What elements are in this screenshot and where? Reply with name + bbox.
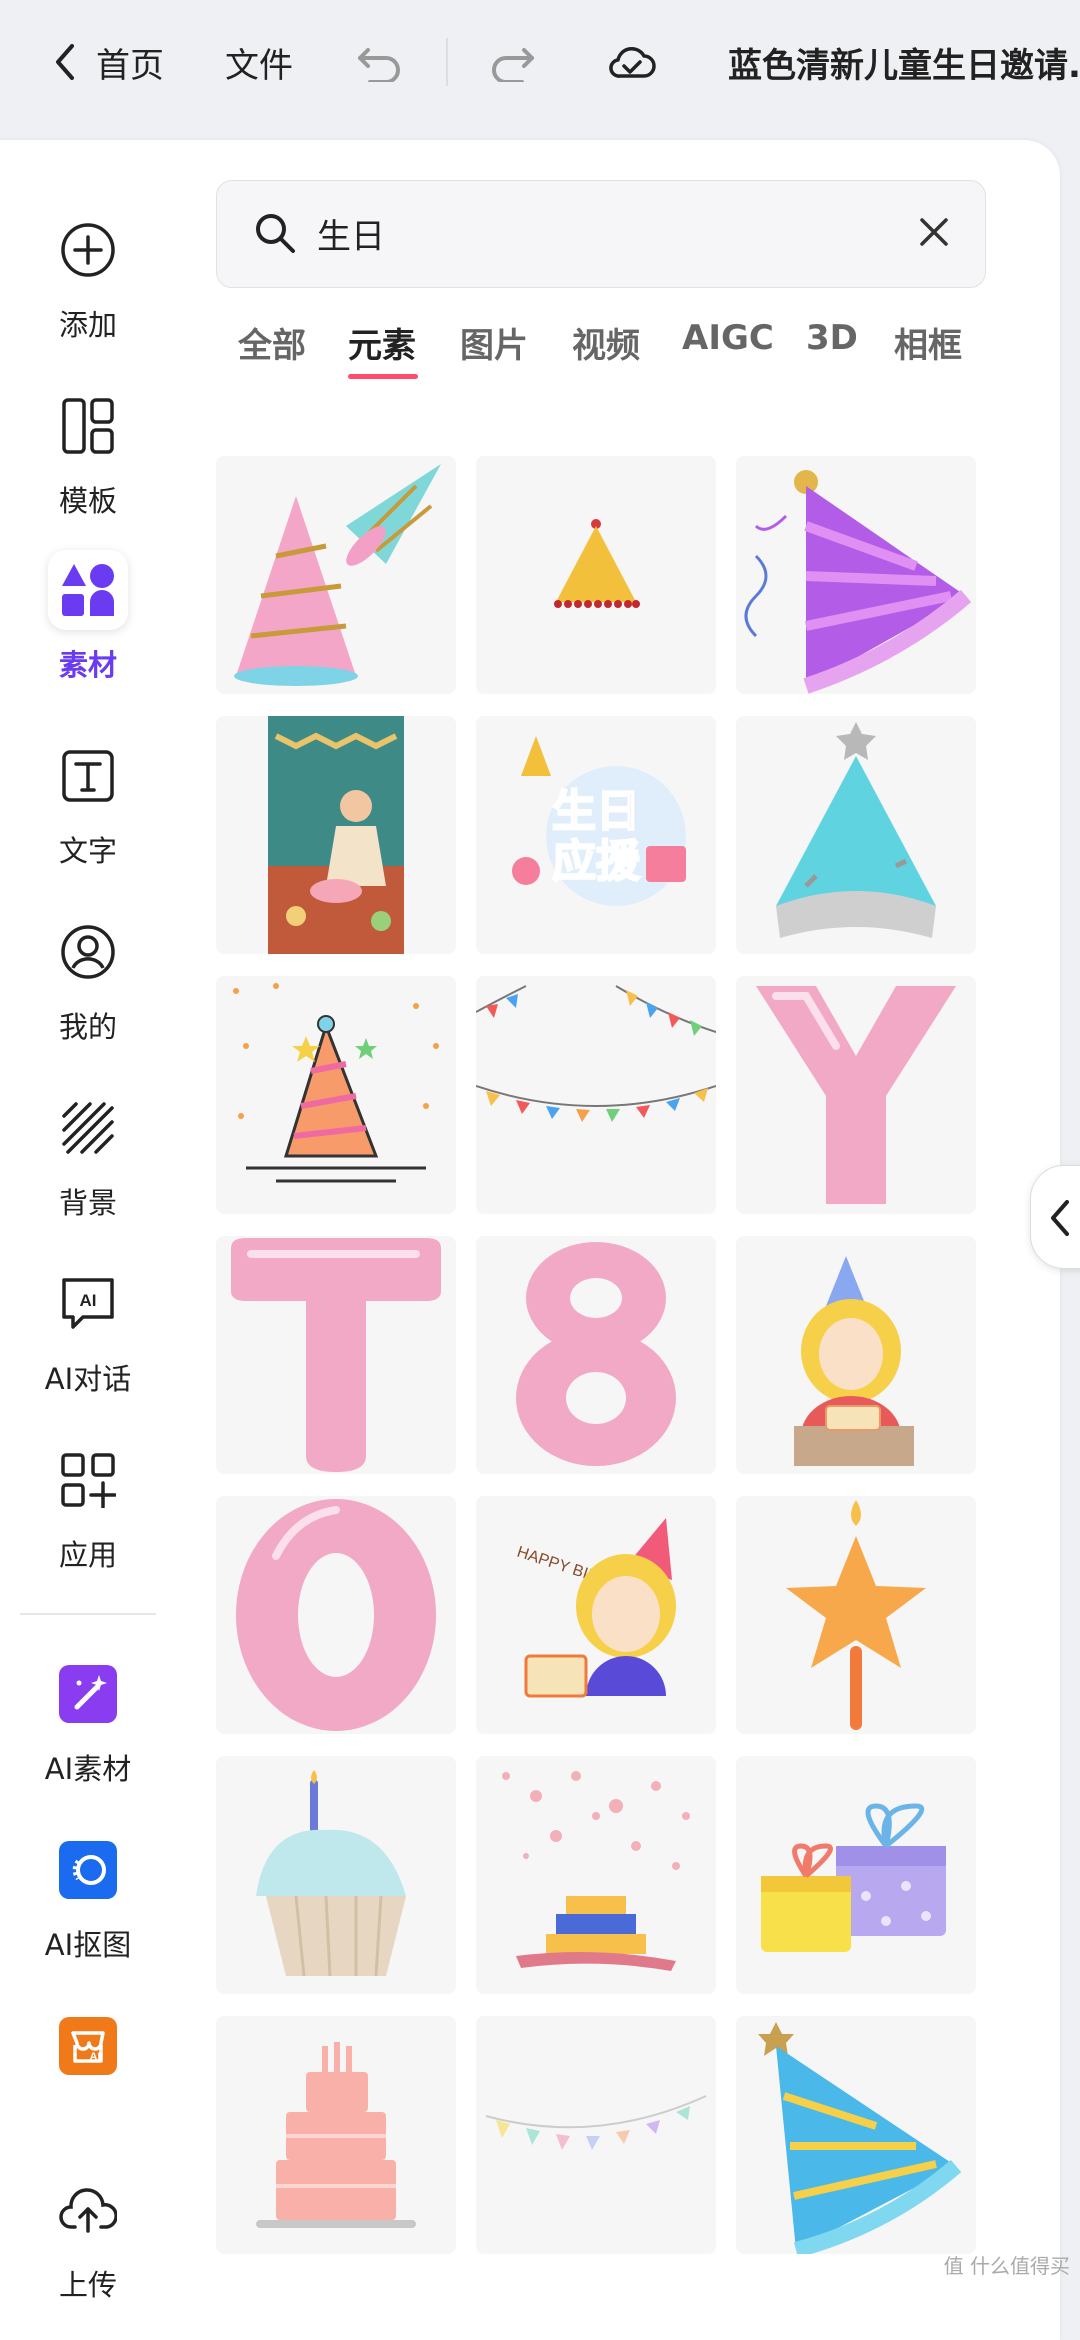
sidebar-item-label: 背景 bbox=[59, 1180, 117, 1222]
grid-item-birthday-illustration-girl-cake[interactable] bbox=[216, 716, 456, 954]
user-icon bbox=[48, 912, 128, 992]
grid-item-happy-birthday-girl[interactable]: HAPPY BIRTHDAY bbox=[476, 1496, 716, 1734]
category-tabs: 全部 元素 图片 视频 AIGC 3D 相框 bbox=[216, 318, 996, 378]
sidebar-item-label: 我的 bbox=[59, 1004, 117, 1046]
ai-cutout-icon bbox=[48, 1830, 128, 1910]
sidebar-divider bbox=[20, 1613, 156, 1615]
grid-item-pastel-bunting[interactable] bbox=[476, 2016, 716, 2254]
grid-item-small-yellow-party-hat[interactable] bbox=[476, 456, 716, 694]
tab-elements[interactable]: 元素 bbox=[348, 318, 416, 367]
clear-search-button[interactable] bbox=[917, 215, 951, 253]
cloud-save-button[interactable] bbox=[606, 34, 658, 90]
sidebar-item-elements[interactable]: 素材 bbox=[0, 550, 176, 684]
tab-videos[interactable]: 视频 bbox=[572, 318, 640, 367]
sticker-text-yingyuan: 应援 bbox=[552, 836, 641, 887]
sidebar-item-label: 素材 bbox=[59, 642, 117, 684]
sidebar-item-mine[interactable]: 我的 bbox=[0, 912, 176, 1046]
chevron-left-icon bbox=[50, 42, 80, 82]
grid-item-gift-boxes[interactable] bbox=[736, 1756, 976, 1994]
document-title[interactable]: 蓝色清新儿童生日邀请... bbox=[728, 34, 1080, 90]
sidebar-item-label: 添加 bbox=[59, 302, 117, 344]
sidebar-item-ai-store[interactable]: AI bbox=[0, 2006, 176, 2086]
elements-panel: 添加 模板 素材 文字 我的 bbox=[0, 140, 1060, 2340]
sidebar-item-background[interactable]: 背景 bbox=[0, 1088, 176, 1222]
ai-material-icon bbox=[48, 1654, 128, 1734]
grid-item-pink-blue-party-hats[interactable] bbox=[216, 456, 456, 694]
toolbar-divider bbox=[446, 38, 448, 86]
sidebar-item-label: 模板 bbox=[59, 478, 117, 520]
active-tab-underline bbox=[348, 374, 418, 379]
tab-images[interactable]: 图片 bbox=[460, 318, 528, 367]
search-box[interactable]: 生日 bbox=[216, 180, 986, 288]
sidebar-item-text[interactable]: 文字 bbox=[0, 736, 176, 870]
cloud-check-icon bbox=[606, 42, 658, 82]
sidebar-item-ai-cutout[interactable]: AI抠图 bbox=[0, 1830, 176, 1964]
grid-item-confetti-cake[interactable] bbox=[476, 1756, 716, 1994]
sidebar-item-ai-chat[interactable]: AI AI对话 bbox=[0, 1264, 176, 1398]
tab-3d[interactable]: 3D bbox=[806, 318, 858, 358]
watermark: 值 什么值得买 bbox=[944, 2250, 1070, 2279]
top-bar: 首页 文件 蓝色清新儿童生日邀请... bbox=[0, 0, 1080, 130]
grid-item-purple-party-hat[interactable] bbox=[736, 456, 976, 694]
chevron-left-icon bbox=[1045, 1198, 1075, 1242]
ai-store-icon: AI bbox=[48, 2006, 128, 2086]
svg-text:AI: AI bbox=[90, 2051, 101, 2063]
sidebar-item-ai-material[interactable]: AI素材 bbox=[0, 1654, 176, 1788]
grid-item-star-candle[interactable] bbox=[736, 1496, 976, 1734]
tab-aigc[interactable]: AIGC bbox=[682, 318, 774, 358]
undo-icon bbox=[356, 42, 406, 82]
sidebar-item-label: 上传 bbox=[59, 2262, 117, 2304]
sidebar-item-label: 文字 bbox=[59, 828, 117, 870]
back-home-button[interactable]: 首页 bbox=[50, 34, 164, 90]
sidebar-item-upload[interactable]: 上传 bbox=[0, 2170, 176, 2304]
sidebar-item-label: AI素材 bbox=[45, 1746, 131, 1788]
file-menu-button[interactable]: 文件 bbox=[225, 34, 293, 90]
grid-item-cupcake-candle[interactable] bbox=[216, 1756, 456, 1994]
sidebar-item-apps[interactable]: 应用 bbox=[0, 1440, 176, 1574]
sidebar-item-label: AI对话 bbox=[45, 1356, 131, 1398]
tab-frames[interactable]: 相框 bbox=[894, 318, 962, 367]
search-input[interactable]: 生日 bbox=[317, 209, 385, 258]
background-icon bbox=[48, 1088, 128, 1168]
redo-button[interactable] bbox=[486, 34, 536, 90]
elements-icon bbox=[48, 550, 128, 630]
sidebar-item-label: 应用 bbox=[59, 1532, 117, 1574]
sidebar-item-add[interactable]: 添加 bbox=[0, 210, 176, 344]
sidebar: 添加 模板 素材 文字 我的 bbox=[0, 140, 176, 2340]
collapse-panel-button[interactable] bbox=[1030, 1165, 1080, 1269]
grid-item-colorful-bunting[interactable] bbox=[476, 976, 716, 1214]
grid-item-pink-balloon-letter-t[interactable] bbox=[216, 1236, 456, 1474]
grid-item-party-hat-confetti-line[interactable] bbox=[216, 976, 456, 1214]
back-home-label: 首页 bbox=[96, 38, 164, 87]
sidebar-item-label: AI抠图 bbox=[45, 1922, 131, 1964]
grid-item-birthday-cheer-sticker[interactable]: 生日 应援 bbox=[476, 716, 716, 954]
apps-icon bbox=[48, 1440, 128, 1520]
grid-item-pink-cake[interactable] bbox=[216, 2016, 456, 2254]
upload-icon bbox=[48, 2170, 128, 2250]
grid-item-teal-silver-party-hat[interactable] bbox=[736, 716, 976, 954]
grid-item-girl-birthday-cake[interactable] bbox=[736, 1236, 976, 1474]
svg-text:AI: AI bbox=[80, 1291, 97, 1310]
grid-item-pink-balloon-number-8[interactable] bbox=[476, 1236, 716, 1474]
template-icon bbox=[48, 386, 128, 466]
sticker-text-shengri: 生日 bbox=[552, 786, 640, 837]
ai-chat-icon: AI bbox=[48, 1264, 128, 1344]
sidebar-item-templates[interactable]: 模板 bbox=[0, 386, 176, 520]
text-icon bbox=[48, 736, 128, 816]
plus-circle-icon bbox=[48, 210, 128, 290]
redo-icon bbox=[486, 42, 536, 82]
undo-button[interactable] bbox=[356, 34, 406, 90]
grid-item-pink-balloon-letter-y[interactable] bbox=[736, 976, 976, 1214]
grid-item-pink-balloon-number-0[interactable] bbox=[216, 1496, 456, 1734]
tab-all[interactable]: 全部 bbox=[238, 318, 306, 367]
grid-item-blue-party-hat[interactable] bbox=[736, 2016, 976, 2254]
search-icon bbox=[253, 211, 297, 259]
